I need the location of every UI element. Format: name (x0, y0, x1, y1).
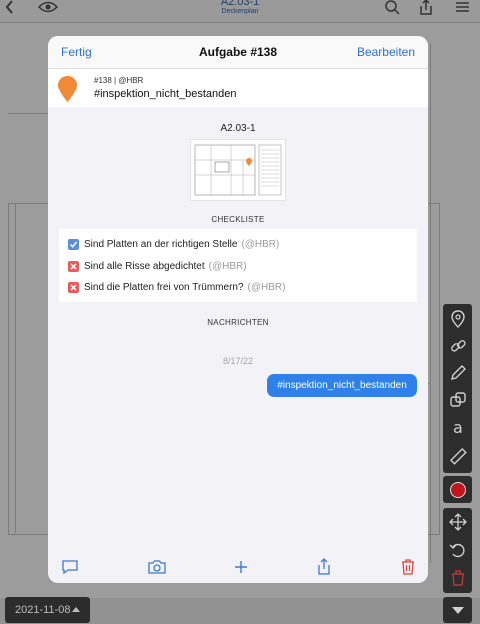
comment-icon[interactable] (61, 558, 79, 576)
message-date: 8/17/22 (222, 356, 254, 366)
pencil-icon[interactable] (443, 360, 472, 386)
copy-shapes-icon[interactable] (443, 387, 472, 413)
task-header: #138 | @HBR #inspektion_nicht_bestanden (48, 69, 428, 107)
date-value: 2021-11-08 (15, 604, 71, 616)
record-dot-icon (443, 477, 472, 503)
checklist-item[interactable]: Sind die Platten frei von Trümmern? (@HB… (68, 280, 285, 294)
checkbox-failed-icon[interactable] (68, 281, 79, 293)
message-bubble[interactable]: #inspektion_nicht_bestanden (267, 374, 417, 397)
document-subtitle: Deckenplan (221, 8, 259, 15)
checklist-heading: CHECKLISTE (211, 215, 265, 224)
plan-line (15, 203, 16, 533)
move-arrows-icon[interactable] (443, 509, 472, 535)
plan-line (430, 43, 431, 563)
text-a-icon[interactable]: a (443, 414, 472, 440)
checklist-item-assignee: (@HBR) (241, 238, 280, 250)
checkbox-checked-icon[interactable] (68, 238, 79, 250)
modal-nav-bar: Fertig Aufgabe #138 Bearbeiten (48, 36, 428, 69)
share-icon[interactable] (315, 558, 333, 576)
sheet-thumbnail[interactable] (190, 139, 286, 201)
task-meta: #138 | @HBR (94, 76, 144, 85)
checklist-item[interactable]: Sind Platten an der richtigen Stelle (@H… (68, 237, 279, 251)
task-pin-icon (58, 76, 77, 102)
plus-icon[interactable] (232, 558, 250, 576)
delete-icon[interactable] (443, 565, 472, 591)
edit-button[interactable]: Bearbeiten (357, 45, 415, 59)
sheet-name: A2.03-1 (220, 123, 256, 134)
markup-toolbar: a (443, 304, 472, 473)
date-picker-button[interactable]: 2021-11-08 (5, 597, 90, 623)
task-modal: Fertig Aufgabe #138 Bearbeiten #138 | @H… (48, 36, 428, 583)
rotate-icon[interactable] (443, 537, 472, 563)
chevron-up-icon (72, 607, 80, 612)
checklist-item-label: Sind Platten an der richtigen Stelle (84, 238, 238, 250)
checklist-item-assignee: (@HBR) (247, 281, 286, 293)
modal-bottom-bar (48, 551, 428, 583)
chevron-down-icon (452, 607, 464, 614)
share-icon[interactable] (416, 0, 436, 16)
checklist-item-assignee: (@HBR) (208, 260, 247, 272)
edit-toolbar (443, 508, 472, 593)
list-icon[interactable] (452, 0, 472, 16)
record-button[interactable] (443, 476, 472, 503)
messages-heading: NACHRICHTEN (207, 318, 269, 327)
map-pin-icon[interactable] (443, 306, 472, 332)
document-title: A2.03-1 (220, 0, 260, 8)
ruler-icon[interactable] (443, 443, 472, 469)
checklist-item[interactable]: Sind alle Risse abgedichtet (@HBR) (68, 259, 247, 273)
trash-icon[interactable] (399, 558, 417, 576)
checkbox-failed-icon[interactable] (68, 260, 79, 272)
checklist: Sind Platten an der richtigen Stelle (@H… (59, 229, 417, 302)
task-tag: #inspektion_nicht_bestanden (94, 88, 237, 100)
checklist-item-label: Sind die Platten frei von Trümmern? (84, 281, 244, 293)
svg-text:a: a (453, 418, 463, 436)
collapse-toolbar-button[interactable] (443, 597, 472, 623)
checklist-item-label: Sind alle Risse abgedichtet (84, 260, 205, 272)
link-icon[interactable] (443, 333, 472, 359)
camera-icon[interactable] (148, 558, 166, 576)
search-icon[interactable] (382, 0, 402, 16)
background-toolbar: A2.03-1 Deckenplan (0, 0, 480, 23)
